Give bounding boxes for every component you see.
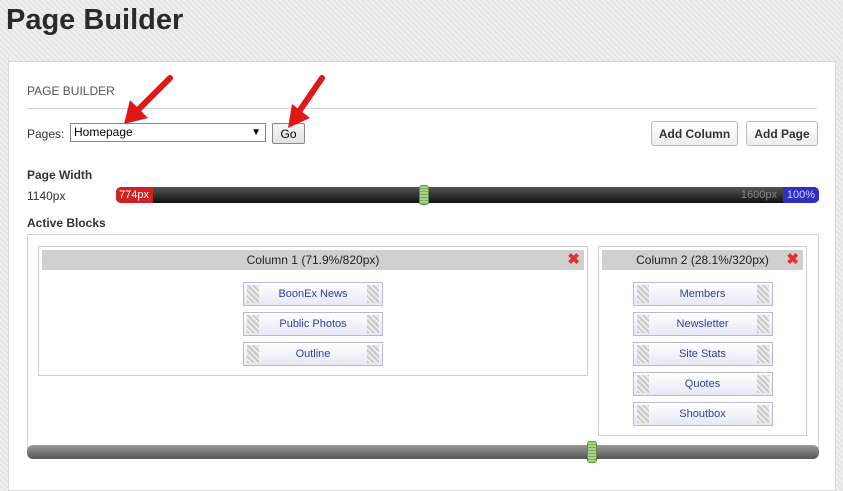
page-width-label: Page Width: [27, 168, 93, 182]
column-2: Column 2 (28.1%/320px) ✖ Members Newslet…: [598, 246, 807, 436]
drag-grip-icon: [756, 285, 769, 303]
active-blocks-area: Column 1 (71.9%/820px) ✖ BoonEx News Pub…: [27, 234, 819, 449]
block-label: Newsletter: [676, 318, 729, 330]
drag-grip-icon: [367, 315, 379, 333]
block-label: Members: [679, 288, 726, 300]
drag-grip-icon: [247, 315, 259, 333]
add-page-button[interactable]: Add Page: [746, 121, 818, 146]
column-1-title: Column 1 (71.9%/820px): [246, 253, 380, 267]
block-item[interactable]: Shoutbox: [632, 402, 773, 426]
drag-grip-icon: [247, 345, 259, 363]
column-1: Column 1 (71.9%/820px) ✖ BoonEx News Pub…: [38, 246, 588, 376]
drag-grip-icon: [756, 375, 769, 393]
block-label: BoonEx News: [278, 288, 348, 300]
chevron-down-icon: ▼: [251, 127, 261, 138]
slider-min-label: 774px: [116, 187, 153, 203]
block-label: Public Photos: [279, 318, 347, 330]
block-label: Site Stats: [678, 348, 727, 360]
column-2-header[interactable]: Column 2 (28.1%/320px) ✖: [602, 250, 803, 270]
block-item[interactable]: Site Stats: [632, 342, 773, 366]
slider-max-px-label: 1600px: [740, 189, 777, 201]
column-split-slider[interactable]: [27, 441, 819, 463]
red-arrow-icon: [124, 75, 173, 124]
column-split-slider-handle[interactable]: [587, 441, 597, 463]
page-width-slider-handle[interactable]: [419, 185, 429, 205]
block-label: Shoutbox: [679, 408, 726, 420]
page-title: Page Builder: [6, 4, 184, 36]
block-item[interactable]: Outline: [243, 342, 383, 366]
column-2-title: Column 2 (28.1%/320px): [636, 253, 769, 267]
drag-grip-icon: [756, 345, 769, 363]
block-item[interactable]: BoonEx News: [243, 282, 383, 306]
slider-max-pct-label: 100%: [783, 187, 819, 203]
block-label: Outline: [295, 348, 331, 360]
page-width-value: 1140px: [27, 189, 66, 203]
page-width-slider[interactable]: 774px 1600px 100%: [116, 185, 819, 205]
drag-grip-icon: [756, 405, 769, 423]
pages-label: Pages:: [27, 127, 65, 141]
drag-grip-icon: [636, 345, 649, 363]
drag-grip-icon: [367, 285, 379, 303]
block-label: Quotes: [684, 378, 721, 390]
drag-grip-icon: [636, 285, 649, 303]
close-icon[interactable]: ✖: [567, 252, 580, 268]
block-item[interactable]: Public Photos: [243, 312, 383, 336]
panel-header: PAGE BUILDER: [27, 84, 115, 98]
drag-grip-icon: [636, 375, 649, 393]
close-icon[interactable]: ✖: [786, 252, 799, 268]
block-item[interactable]: Quotes: [632, 372, 773, 396]
column-1-header[interactable]: Column 1 (71.9%/820px) ✖: [42, 250, 584, 270]
drag-grip-icon: [756, 315, 769, 333]
red-arrow-icon: [288, 75, 325, 128]
add-column-button[interactable]: Add Column: [651, 121, 738, 146]
drag-grip-icon: [367, 345, 379, 363]
active-blocks-label: Active Blocks: [27, 216, 106, 230]
drag-grip-icon: [636, 405, 649, 423]
block-item[interactable]: Newsletter: [632, 312, 773, 336]
drag-grip-icon: [247, 285, 259, 303]
drag-grip-icon: [636, 315, 649, 333]
block-item[interactable]: Members: [632, 282, 773, 306]
